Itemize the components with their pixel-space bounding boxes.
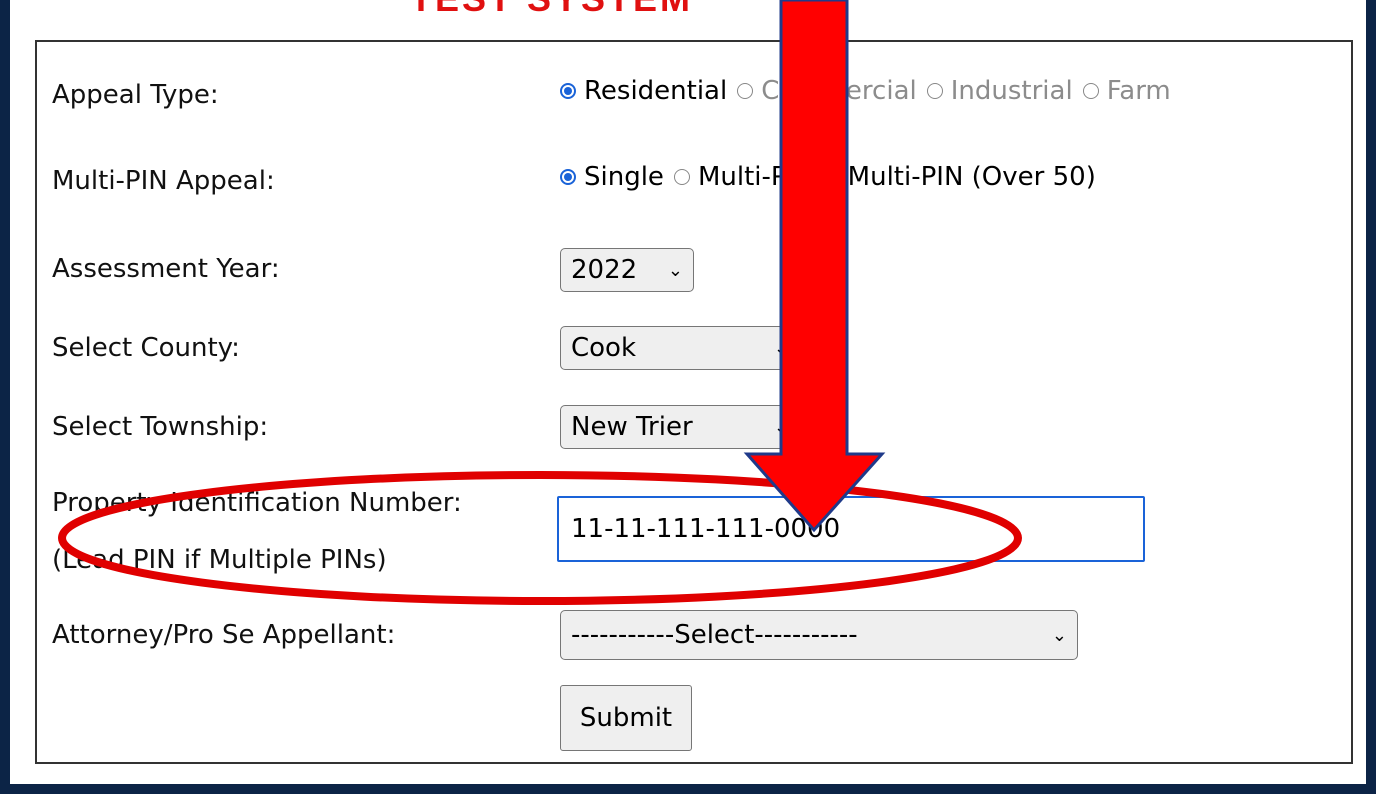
page-heading: TEST SYSTEM: [410, 0, 693, 20]
multi-pin-multi[interactable]: Multi-PIN: [673, 162, 814, 192]
multi-pin-radio-group: Single Multi-PIN Multi-PIN (Over 50): [560, 162, 1106, 192]
appeal-type-industrial[interactable]: Industrial: [926, 76, 1073, 106]
submit-button[interactable]: Submit: [560, 685, 692, 751]
assessment-year-select[interactable]: 2022 ⌄: [560, 248, 694, 292]
multi-pin-label: Multi-PIN Appeal:: [52, 166, 275, 196]
appeal-type-commercial[interactable]: Commercial: [737, 76, 917, 106]
radio-unchecked-icon: [823, 169, 840, 185]
chevron-down-icon: ⌄: [667, 259, 683, 281]
pin-label: Property Identification Number:: [52, 488, 462, 518]
appeal-type-label: Appeal Type:: [52, 80, 219, 110]
radio-unchecked-icon: [1082, 83, 1099, 99]
multi-pin-single[interactable]: Single: [560, 162, 664, 192]
county-select[interactable]: Cook ⌄: [560, 326, 800, 370]
pin-sublabel: (Lead PIN if Multiple PINs): [52, 545, 387, 575]
multi-pin-over-50[interactable]: Multi-PIN (Over 50): [823, 162, 1096, 192]
township-select[interactable]: New Trier ⌄: [560, 405, 800, 449]
appeal-type-farm[interactable]: Farm: [1082, 76, 1171, 106]
attorney-select[interactable]: -----------Select----------- ⌄: [560, 610, 1078, 660]
appeal-type-residential[interactable]: Residential: [560, 76, 727, 106]
radio-checked-icon: [560, 169, 576, 185]
chevron-down-icon: ⌄: [773, 337, 789, 359]
pin-input[interactable]: 11-11-111-111-0000: [557, 496, 1145, 562]
chevron-down-icon: ⌄: [1051, 624, 1067, 646]
radio-unchecked-icon: [926, 83, 943, 99]
county-label: Select County:: [52, 333, 240, 363]
appeal-type-radio-group: Residential Commercial Industrial Farm: [560, 76, 1181, 106]
assessment-year-label: Assessment Year:: [52, 254, 280, 284]
township-label: Select Township:: [52, 412, 269, 442]
radio-unchecked-icon: [737, 83, 754, 99]
radio-checked-icon: [560, 83, 576, 99]
attorney-label: Attorney/Pro Se Appellant:: [52, 620, 396, 650]
radio-unchecked-icon: [673, 169, 690, 185]
chevron-down-icon: ⌄: [773, 416, 789, 438]
